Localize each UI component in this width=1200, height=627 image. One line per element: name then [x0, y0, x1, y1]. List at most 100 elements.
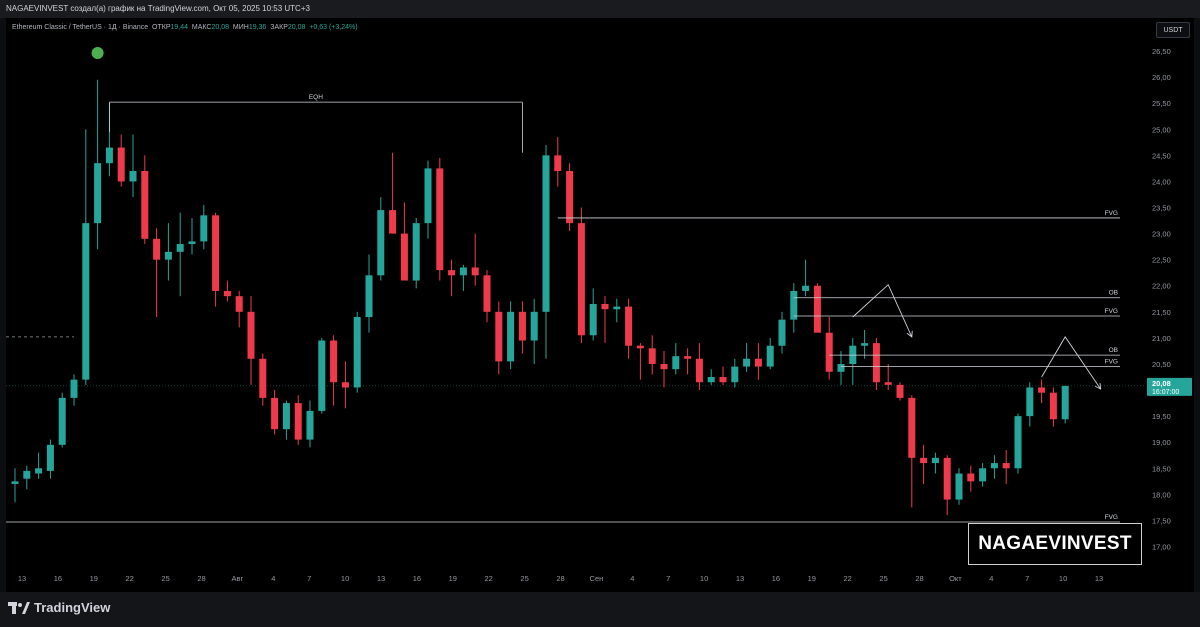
candle-body	[920, 457, 928, 464]
candle	[341, 361, 349, 409]
candle	[979, 463, 987, 487]
low-label: МИН	[232, 24, 249, 31]
candle-body	[943, 457, 951, 500]
candle-body	[318, 340, 326, 411]
x-tick-label: 16	[54, 574, 62, 583]
y-tick-label: 20,50	[1152, 360, 1171, 369]
candle-body	[389, 210, 397, 234]
candle	[306, 400, 314, 448]
level-label: OB	[1109, 290, 1118, 297]
x-tick-label: Сен	[590, 574, 604, 583]
y-tick-label: 25,00	[1152, 125, 1171, 134]
candle-body	[282, 403, 290, 430]
candle	[648, 335, 656, 375]
candle-body	[530, 311, 538, 341]
x-tick-label: 10	[1059, 574, 1067, 583]
candle-body	[754, 358, 762, 367]
signal-marker-dot	[91, 47, 104, 59]
close-label: ЗАКР	[270, 24, 288, 31]
tradingview-logo[interactable]: TradingView	[8, 600, 110, 615]
symbol-label: Ethereum Classic / TetherUS · 1Д · Binan…	[12, 24, 149, 31]
candle	[483, 270, 491, 323]
candle	[117, 134, 125, 187]
candle	[518, 301, 526, 354]
candle	[908, 395, 916, 508]
candle	[353, 311, 361, 393]
projection-arrowhead	[1095, 382, 1102, 390]
y-tick-label: 23,00	[1152, 230, 1171, 239]
x-tick-label: 7	[307, 574, 311, 583]
candle	[1038, 379, 1046, 404]
x-tick-label: 4	[271, 574, 275, 583]
y-tick-label: 25,50	[1152, 99, 1171, 108]
candle-body	[707, 377, 715, 383]
x-tick-label: 7	[1025, 574, 1029, 583]
candle	[495, 301, 503, 375]
currency-selector[interactable]: USDT	[1156, 22, 1190, 38]
candle-body	[353, 317, 361, 388]
price-badge-value: 20,08	[1152, 379, 1171, 388]
header-title: NAGAEVINVEST создал(а) график на Trading…	[0, 0, 1200, 18]
candle-body	[731, 366, 739, 383]
candle	[920, 444, 928, 484]
x-tick-label: 22	[126, 574, 134, 583]
candle-body	[566, 171, 574, 224]
candle-body	[58, 397, 66, 445]
candle-body	[790, 290, 798, 320]
candle-body	[955, 473, 963, 500]
candle	[448, 259, 456, 297]
candle	[778, 311, 786, 354]
candle-body	[459, 267, 467, 276]
candle-body	[613, 306, 621, 310]
candle	[660, 350, 668, 388]
candle-body	[1026, 387, 1034, 417]
candle	[802, 259, 810, 297]
candle	[259, 353, 267, 406]
candle	[247, 296, 255, 385]
x-tick-label: 10	[341, 574, 349, 583]
candle	[200, 204, 208, 250]
y-tick-label: 26,50	[1152, 47, 1171, 56]
y-tick-label: 23,50	[1152, 204, 1171, 213]
candle-body	[660, 363, 668, 370]
candle	[1061, 385, 1069, 424]
candle	[235, 290, 243, 328]
candle	[412, 217, 420, 289]
level-label: FVG	[1105, 514, 1118, 521]
candle	[837, 350, 845, 385]
candle	[577, 207, 585, 344]
x-tick-label: 28	[197, 574, 205, 583]
candle	[330, 335, 338, 406]
candle	[636, 343, 644, 380]
candle-body	[896, 384, 904, 398]
tradingview-icon	[8, 601, 30, 614]
x-tick-label: 25	[879, 574, 887, 583]
candle	[566, 163, 574, 231]
candle-body	[141, 171, 149, 239]
candle-body	[412, 223, 420, 281]
candle	[153, 228, 161, 318]
candle-body	[931, 457, 939, 464]
candle	[542, 144, 550, 359]
y-tick-label: 21,50	[1152, 308, 1171, 317]
candle	[695, 343, 703, 391]
x-tick-label: 13	[736, 574, 744, 583]
y-tick-label: 17,50	[1152, 516, 1171, 525]
candle-body	[1061, 385, 1069, 420]
chart-area[interactable]: 17,0017,5018,0018,5019,0019,5020,0020,50…	[6, 18, 1194, 592]
candle-body	[684, 356, 692, 359]
close-value: 20,08	[287, 24, 306, 31]
price-badge-countdown: 16:07:00	[1152, 389, 1179, 396]
candle	[943, 455, 951, 516]
y-tick-label: 17,00	[1152, 543, 1171, 552]
candle	[23, 465, 31, 490]
high-label: МАКС	[191, 24, 212, 31]
candlestick-chart[interactable]: 17,0017,5018,0018,5019,0019,5020,0020,50…	[6, 18, 1194, 592]
candle-body	[471, 267, 479, 276]
x-tick-label: 28	[556, 574, 564, 583]
candle	[554, 137, 562, 187]
candle-body	[979, 468, 987, 482]
candle-body	[164, 251, 172, 260]
candle	[271, 390, 279, 435]
y-tick-label: 19,00	[1152, 438, 1171, 447]
